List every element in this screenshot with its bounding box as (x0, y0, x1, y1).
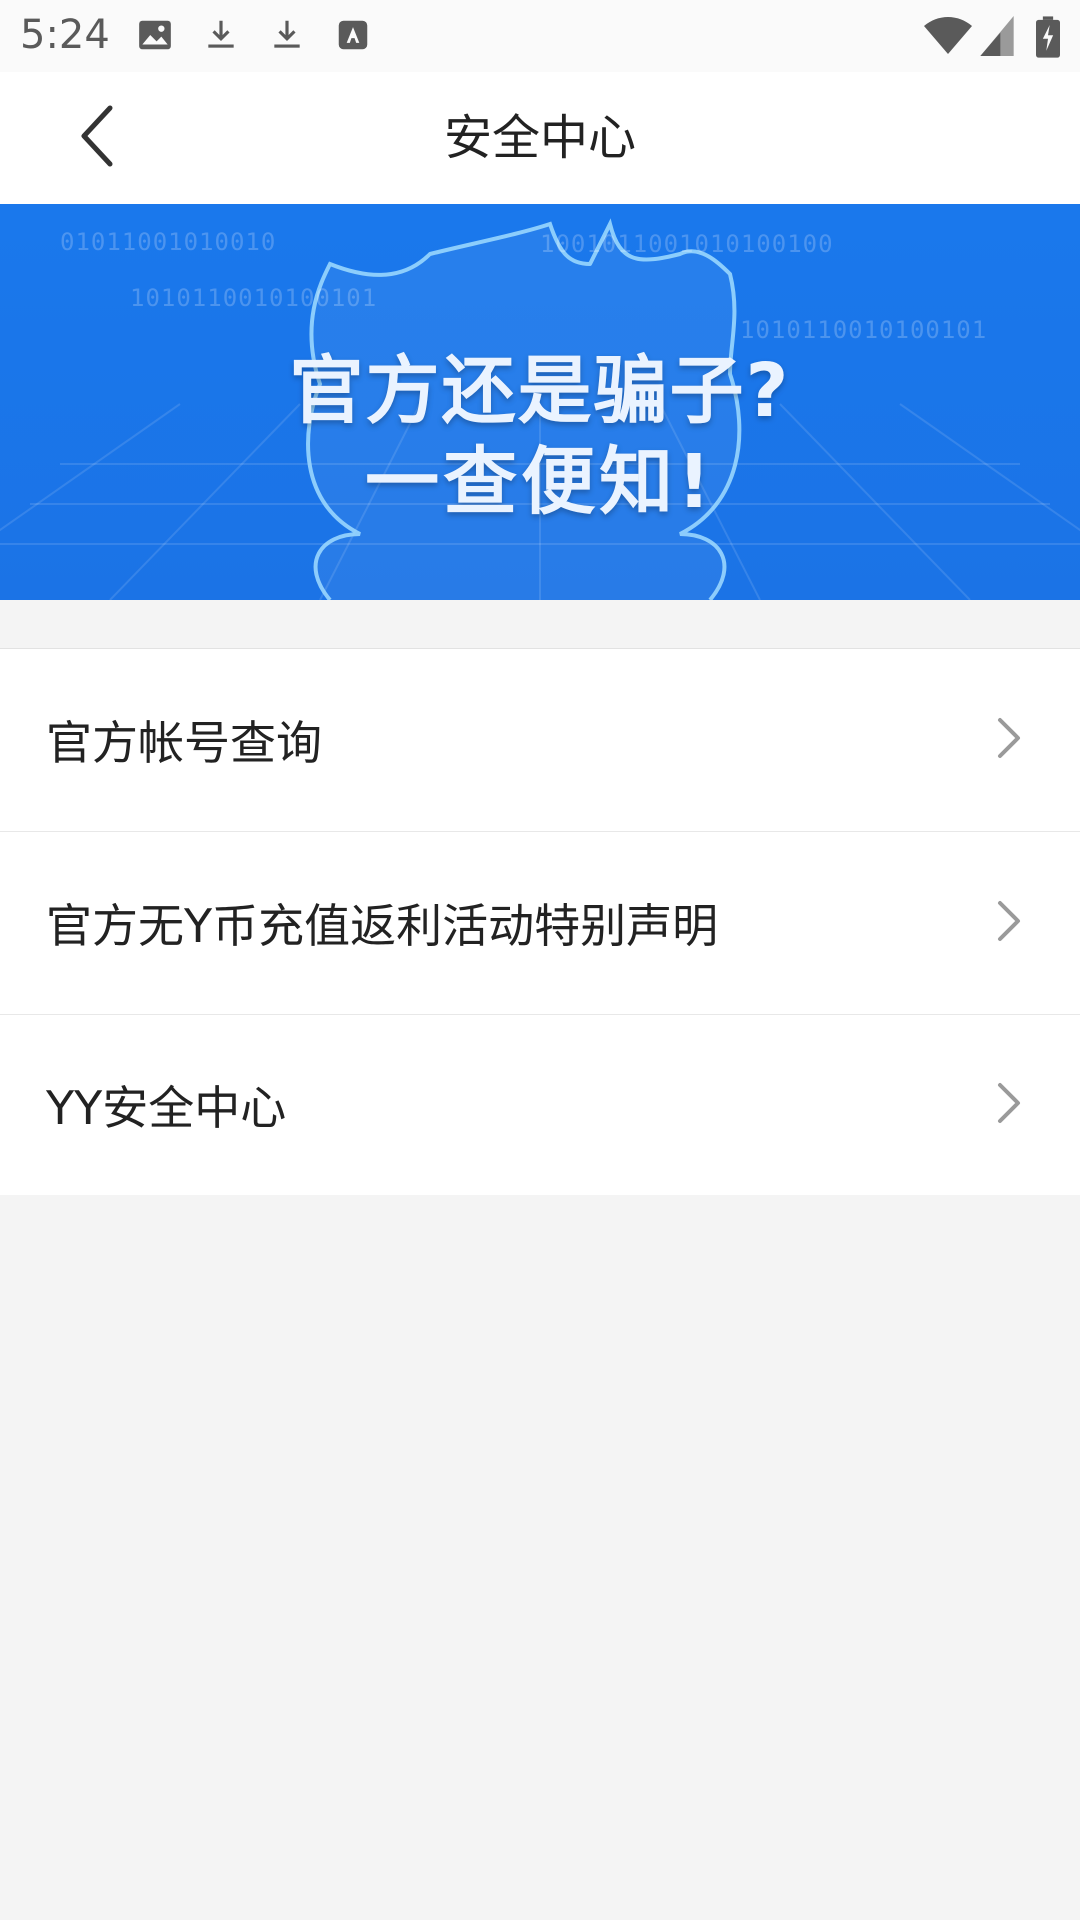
download-icon (202, 16, 240, 58)
banner-subheadline: 一查便知! (365, 439, 715, 525)
text-icon (334, 16, 372, 58)
section-spacer (0, 600, 1080, 649)
signal-icon (980, 16, 1014, 60)
banner-binary-text: 1001011001010100100 (540, 230, 834, 258)
wifi-icon (924, 16, 972, 60)
menu-item-label: YY安全中心 (46, 1081, 287, 1135)
banner-binary-text: 01011001010010 (60, 228, 277, 256)
menu-item-official-account-lookup[interactable]: 官方帐号查询 (0, 649, 1080, 832)
menu-item-yy-security-center[interactable]: YY安全中心 (0, 1015, 1080, 1195)
battery-charging-icon (1036, 16, 1060, 62)
chevron-right-icon (996, 899, 1024, 947)
download-icon (268, 16, 306, 58)
page-title: 安全中心 (443, 110, 636, 166)
banner-binary-text: 1010110010100101 (130, 284, 378, 312)
chevron-right-icon (996, 716, 1024, 764)
image-icon (136, 16, 174, 58)
promo-banner[interactable]: 01011001010010 1010110010100101 10010110… (0, 204, 1080, 600)
menu-item-label: 官方无Y币充值返利活动特别声明 (46, 899, 719, 953)
status-time: 5:24 (20, 12, 110, 58)
status-bar: 5:24 (0, 0, 1080, 72)
menu-item-label: 官方帐号查询 (46, 716, 322, 770)
menu-list: 官方帐号查询 官方无Y币充值返利活动特别声明 YY安全中心 (0, 649, 1080, 1195)
app-header: 安全中心 (0, 72, 1080, 205)
menu-item-recharge-statement[interactable]: 官方无Y币充值返利活动特别声明 (0, 832, 1080, 1015)
chevron-right-icon (996, 1081, 1024, 1129)
